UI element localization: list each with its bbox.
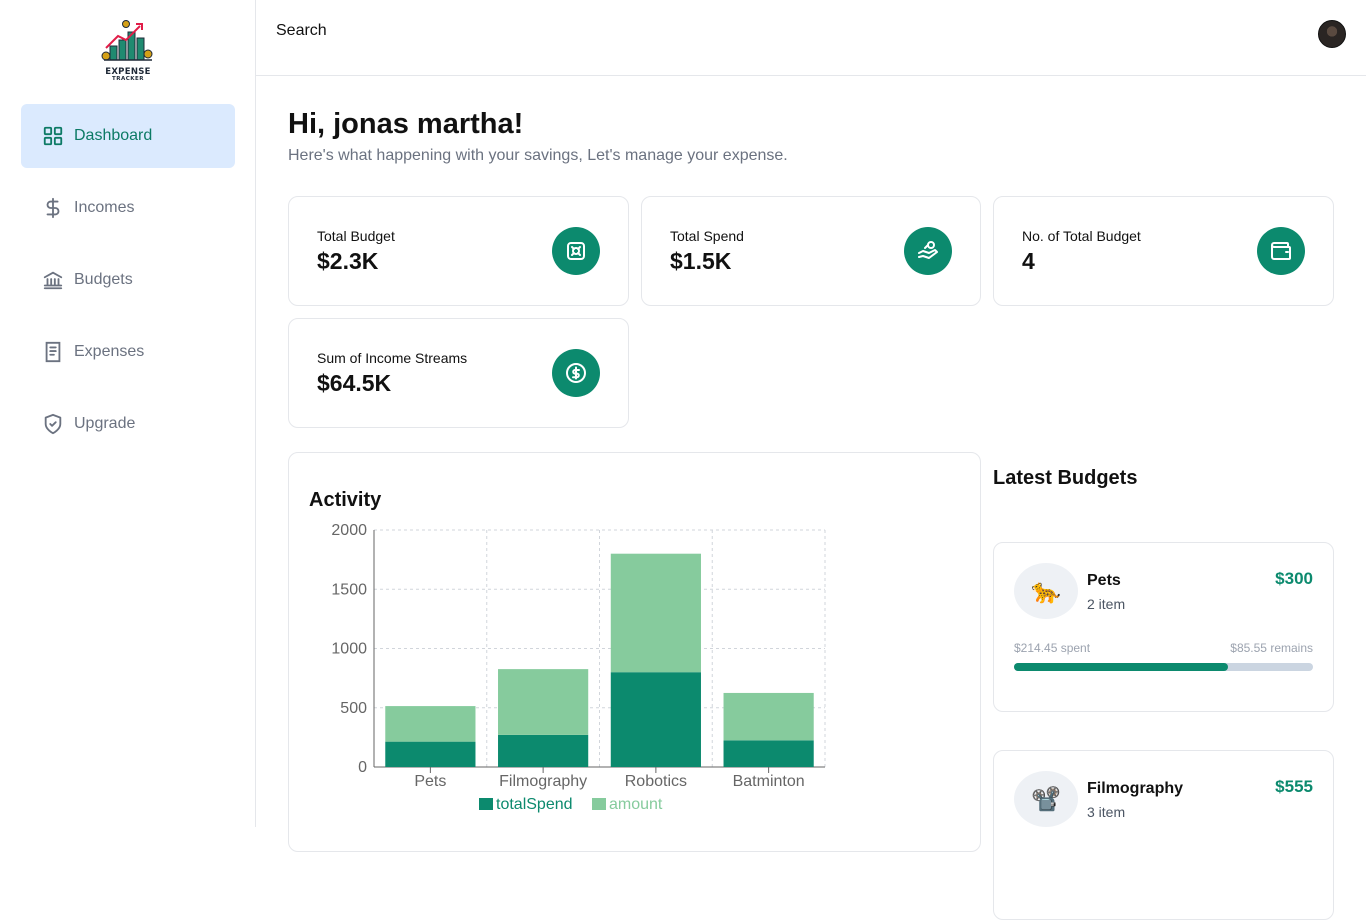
top-header: Search [256,0,1366,76]
bank-icon [42,269,64,291]
stat-label: Sum of Income Streams [317,350,468,366]
stat-label: Total Budget [317,228,395,244]
stat-card-total-budget: Total Budget $2.3K [288,196,629,306]
x-tick-label: Pets [414,773,446,790]
sidebar-item-label: Upgrade [74,415,136,432]
stat-label: Total Spend [670,228,744,244]
legend-swatch-totalSpend [479,798,493,810]
dollar-icon [42,197,64,219]
budget-item-count: 2 item [1087,596,1126,612]
legend-label-amount: amount [609,796,663,813]
page-subtitle: Here's what happening with your savings,… [288,147,788,164]
bar-totalSpend-pets [385,741,476,767]
hand-coins-icon [904,227,952,275]
legend-label-totalSpend: totalSpend [496,796,573,813]
search-label[interactable]: Search [276,22,327,40]
piggy-bank-icon [552,227,600,275]
activity-chart-card: Activity 0 500 1000 1500 2000 Pets Filmography… [288,452,981,852]
shield-check-icon [42,413,64,435]
sidebar-item-label: Expenses [74,343,145,360]
latest-budgets-title: Latest Budgets [993,467,1138,489]
budget-name: Filmography [1087,780,1184,797]
stat-value: $1.5K [670,248,732,274]
wallet-icon [1257,227,1305,275]
x-tick-label: Batminton [733,773,805,790]
budget-progress-bar [1014,663,1313,671]
bar-amount-pets [385,706,476,742]
bar-totalSpend-filmography [498,734,589,767]
legend-swatch-amount [592,798,606,810]
bar-totalSpend-robotics [610,672,701,767]
sidebar-item-upgrade[interactable]: Upgrade [21,392,235,456]
sidebar: EXPENSE TRACKER Dashboard Incomes Budget… [0,0,256,827]
sidebar-item-budgets[interactable]: Budgets [21,248,235,312]
y-tick-label: 0 [358,759,367,776]
bar-amount-batminton [723,692,814,741]
page-title: Hi, jonas martha! [288,108,524,140]
budget-card-pets[interactable]: 🐆 Pets 2 item $300 $214.45 spent $85.55 … [993,542,1334,712]
budget-card-filmography[interactable]: 📽️ Filmography 3 item $555 [993,750,1334,920]
sidebar-nav: Dashboard Incomes Budgets Expenses Upgra… [21,104,235,464]
circle-dollar-icon [552,349,600,397]
stat-card-income-streams: Sum of Income Streams $64.5K [288,318,629,428]
budget-remains: $85.55 remains [1230,641,1313,655]
receipt-icon [42,341,64,363]
sidebar-item-label: Incomes [74,199,135,216]
sidebar-item-dashboard[interactable]: Dashboard [21,104,235,168]
y-tick-label: 500 [340,700,367,717]
activity-bar-chart: 0 500 1000 1500 2000 Pets Filmography Robotics B… [331,522,826,813]
expense-tracker-logo[interactable]: EXPENSE TRACKER [96,18,160,84]
sidebar-item-label: Budgets [74,271,133,288]
y-tick-label: 1500 [331,581,367,598]
sidebar-item-expenses[interactable]: Expenses [21,320,235,384]
stat-card-total-spend: Total Spend $1.5K [641,196,981,306]
budget-progress-fill [1014,663,1228,671]
budget-name: Pets [1087,572,1121,589]
y-tick-label: 2000 [331,522,367,539]
y-tick-label: 1000 [331,641,367,658]
sidebar-item-label: Dashboard [74,127,153,144]
bar-amount-filmography [498,669,589,735]
logo-subtitle: TRACKER [111,76,145,82]
stat-value: $2.3K [317,248,379,274]
stat-value: $64.5K [317,370,392,396]
budget-spent: $214.45 spent [1014,641,1091,655]
bar-totalSpend-batminton [723,740,814,767]
budget-emoji: 🐆 [1014,563,1078,619]
bar-amount-robotics [610,553,701,673]
budget-emoji: 📽️ [1014,771,1078,827]
x-tick-label: Filmography [499,773,587,790]
stat-label: No. of Total Budget [1022,228,1141,244]
budget-amount: $555 [1275,777,1313,796]
sidebar-item-incomes[interactable]: Incomes [21,176,235,240]
logo-chart-icon [101,20,153,61]
budget-amount: $300 [1275,569,1313,588]
budget-item-count: 3 item [1087,804,1126,820]
x-tick-label: Robotics [625,773,687,790]
stat-card-budget-count: No. of Total Budget 4 [993,196,1334,306]
stat-value: 4 [1022,248,1035,274]
dashboard-grid-icon [42,125,64,147]
user-avatar[interactable] [1318,20,1346,48]
